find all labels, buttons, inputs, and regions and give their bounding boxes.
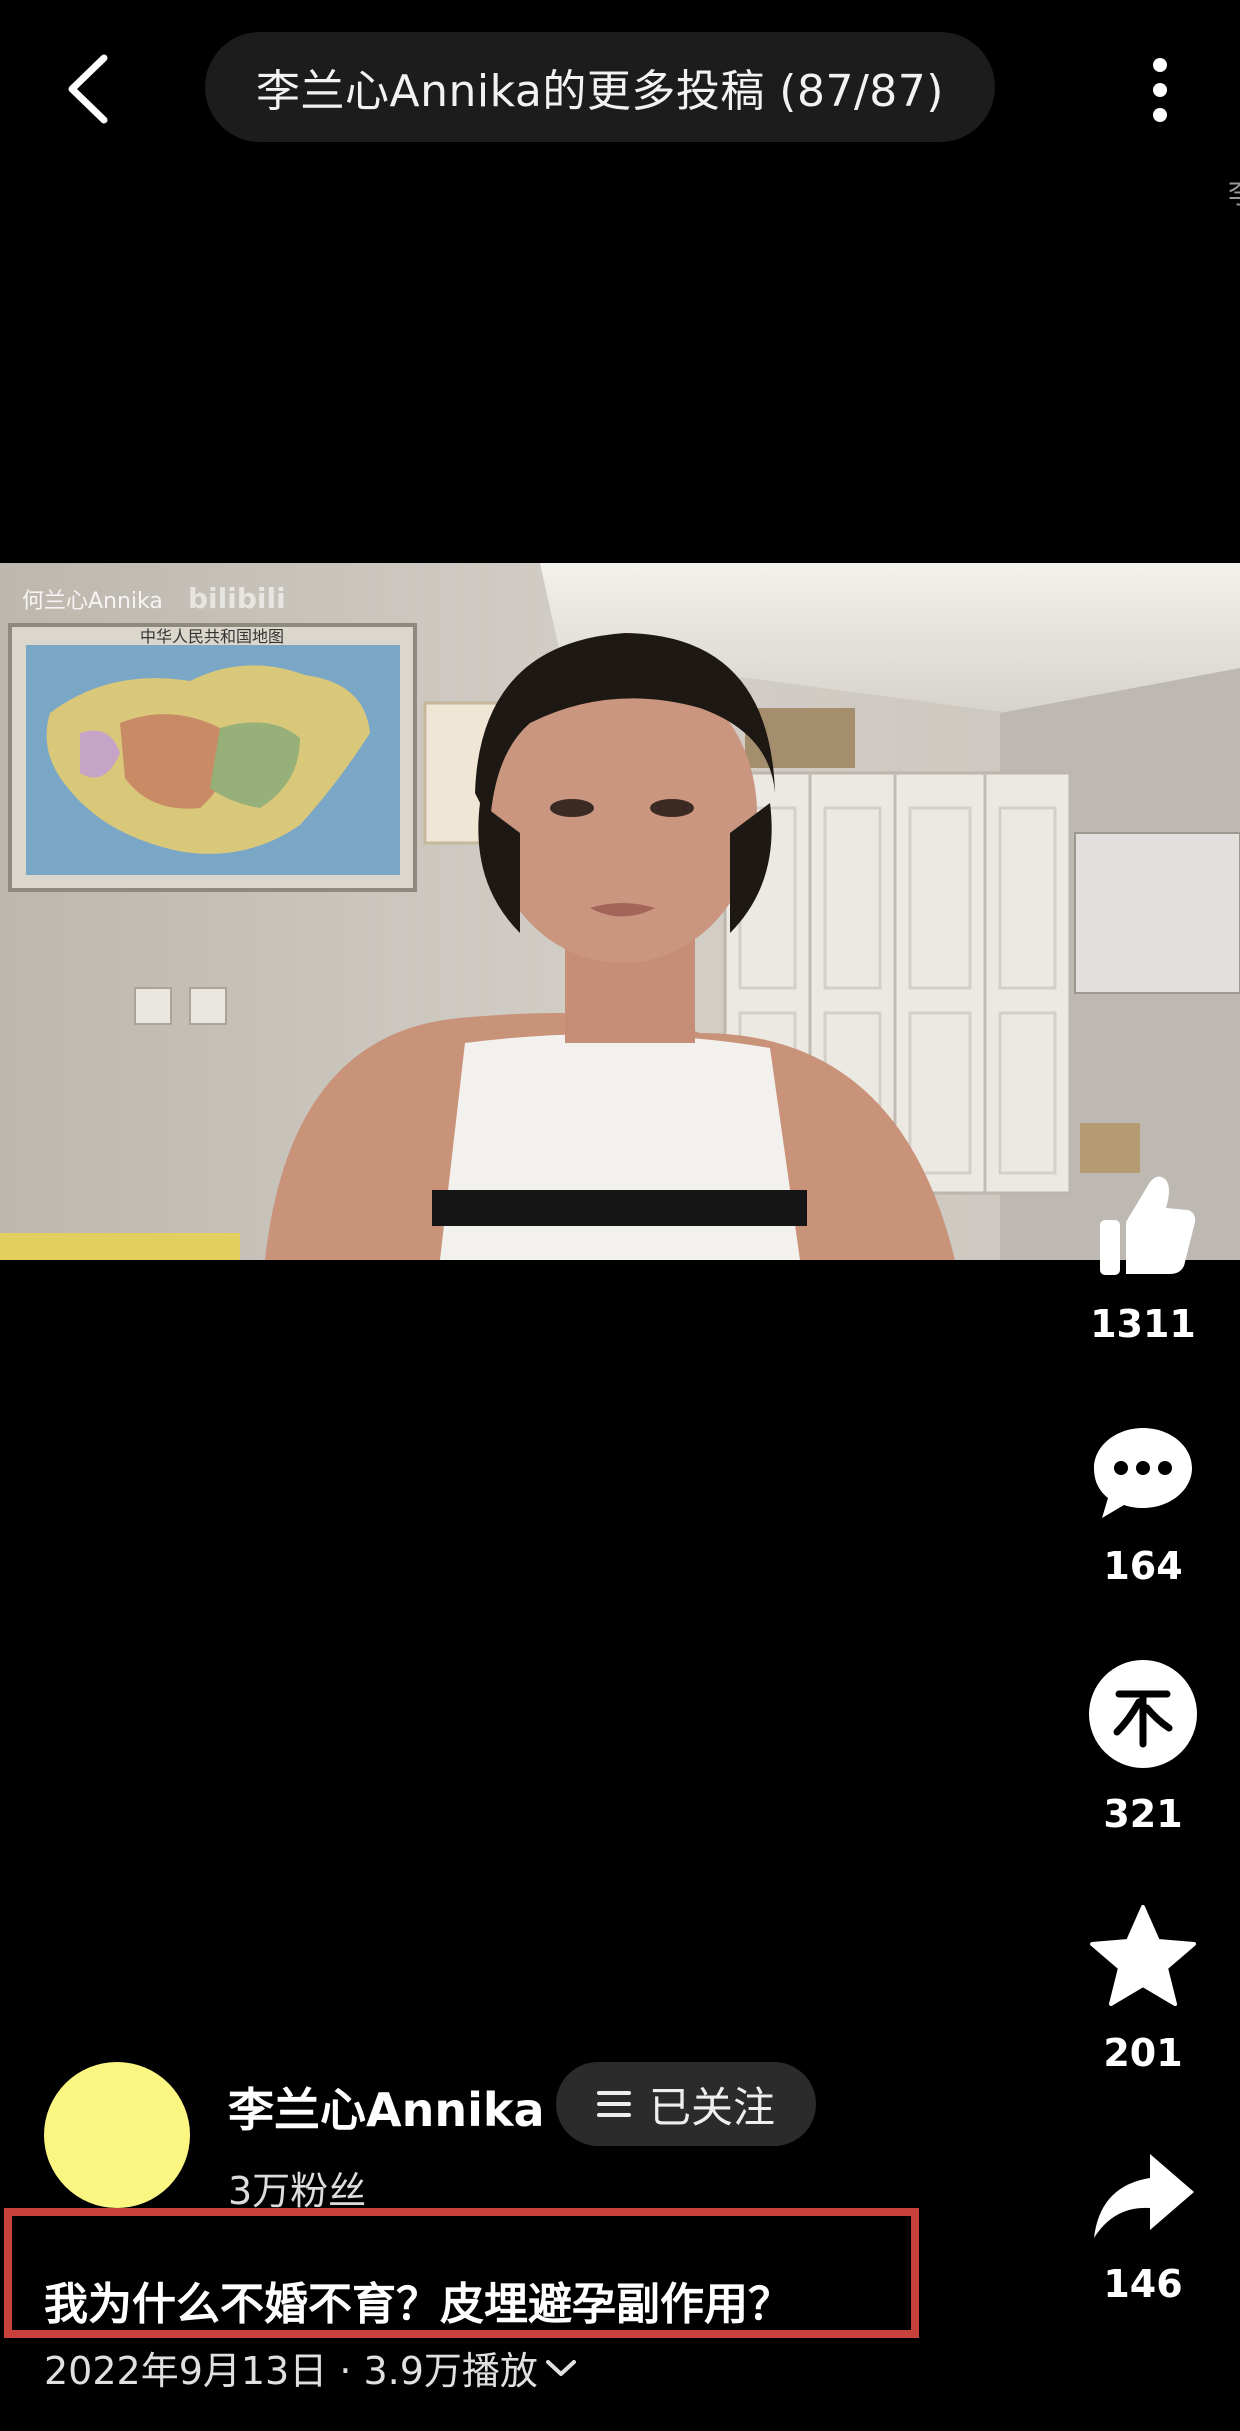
top-bar: 李兰心Annika的更多投稿 (87/87) 李 xyxy=(0,0,1240,210)
favorite-action[interactable]: 201 xyxy=(1078,1903,1208,2075)
video-player[interactable]: 中华人民共和国地图 何兰心Annika bilibili xyxy=(0,563,1240,1260)
thumbs-up-icon xyxy=(1100,1176,1196,1275)
favorite-count: 201 xyxy=(1103,2031,1183,2075)
coin-count: 321 xyxy=(1103,1792,1183,1836)
coin-action[interactable]: 321 xyxy=(1078,1658,1208,1836)
more-options-button[interactable] xyxy=(1140,50,1180,130)
video-meta[interactable]: 2022年9月13日 · 3.9万播放 xyxy=(44,2340,578,2395)
video-watermark-brand: bilibili xyxy=(188,582,286,615)
follow-button[interactable]: 已关注 xyxy=(556,2062,816,2146)
date-and-views: 2022年9月13日 · 3.9万播放 xyxy=(44,2349,538,2393)
follow-label: 已关注 xyxy=(648,2082,775,2132)
fan-count: 3万粉丝 xyxy=(228,2169,367,2213)
back-button[interactable] xyxy=(52,44,124,134)
playlist-title-text: 李兰心Annika的更多投稿 (87/87) xyxy=(256,66,944,117)
author-avatar[interactable] xyxy=(44,2062,190,2208)
video-watermark: 何兰心Annika xyxy=(22,589,163,614)
star-icon xyxy=(1090,1905,1196,2006)
comment-action[interactable]: 164 xyxy=(1078,1422,1208,1588)
vertical-dots-icon xyxy=(1153,58,1167,72)
comment-bubble-icon xyxy=(1094,1428,1192,1518)
playlist-title[interactable]: 李兰心Annika的更多投稿 (87/87) xyxy=(205,32,995,142)
like-count: 1311 xyxy=(1090,1302,1196,1346)
chevron-down-icon xyxy=(545,2359,576,2376)
map-caption: 中华人民共和国地图 xyxy=(140,627,284,646)
edge-clipped-glyph: 李 xyxy=(1228,172,1240,212)
share-count: 146 xyxy=(1103,2262,1183,2306)
like-action[interactable]: 1311 xyxy=(1078,1170,1208,1346)
comment-count: 164 xyxy=(1103,1544,1183,1588)
video-frame-image: 中华人民共和国地图 何兰心Annika bilibili xyxy=(0,563,1240,1260)
author-name[interactable]: 李兰心Annika xyxy=(228,2074,545,2140)
share-action[interactable]: 146 xyxy=(1078,2150,1208,2306)
coin-icon xyxy=(1089,1660,1197,1768)
chevron-left-icon xyxy=(68,54,108,124)
video-title[interactable]: 我为什么不婚不育？皮埋避孕副作用？ xyxy=(44,2268,792,2332)
menu-lines-icon xyxy=(596,2091,631,2117)
share-arrow-icon xyxy=(1094,2154,1194,2238)
